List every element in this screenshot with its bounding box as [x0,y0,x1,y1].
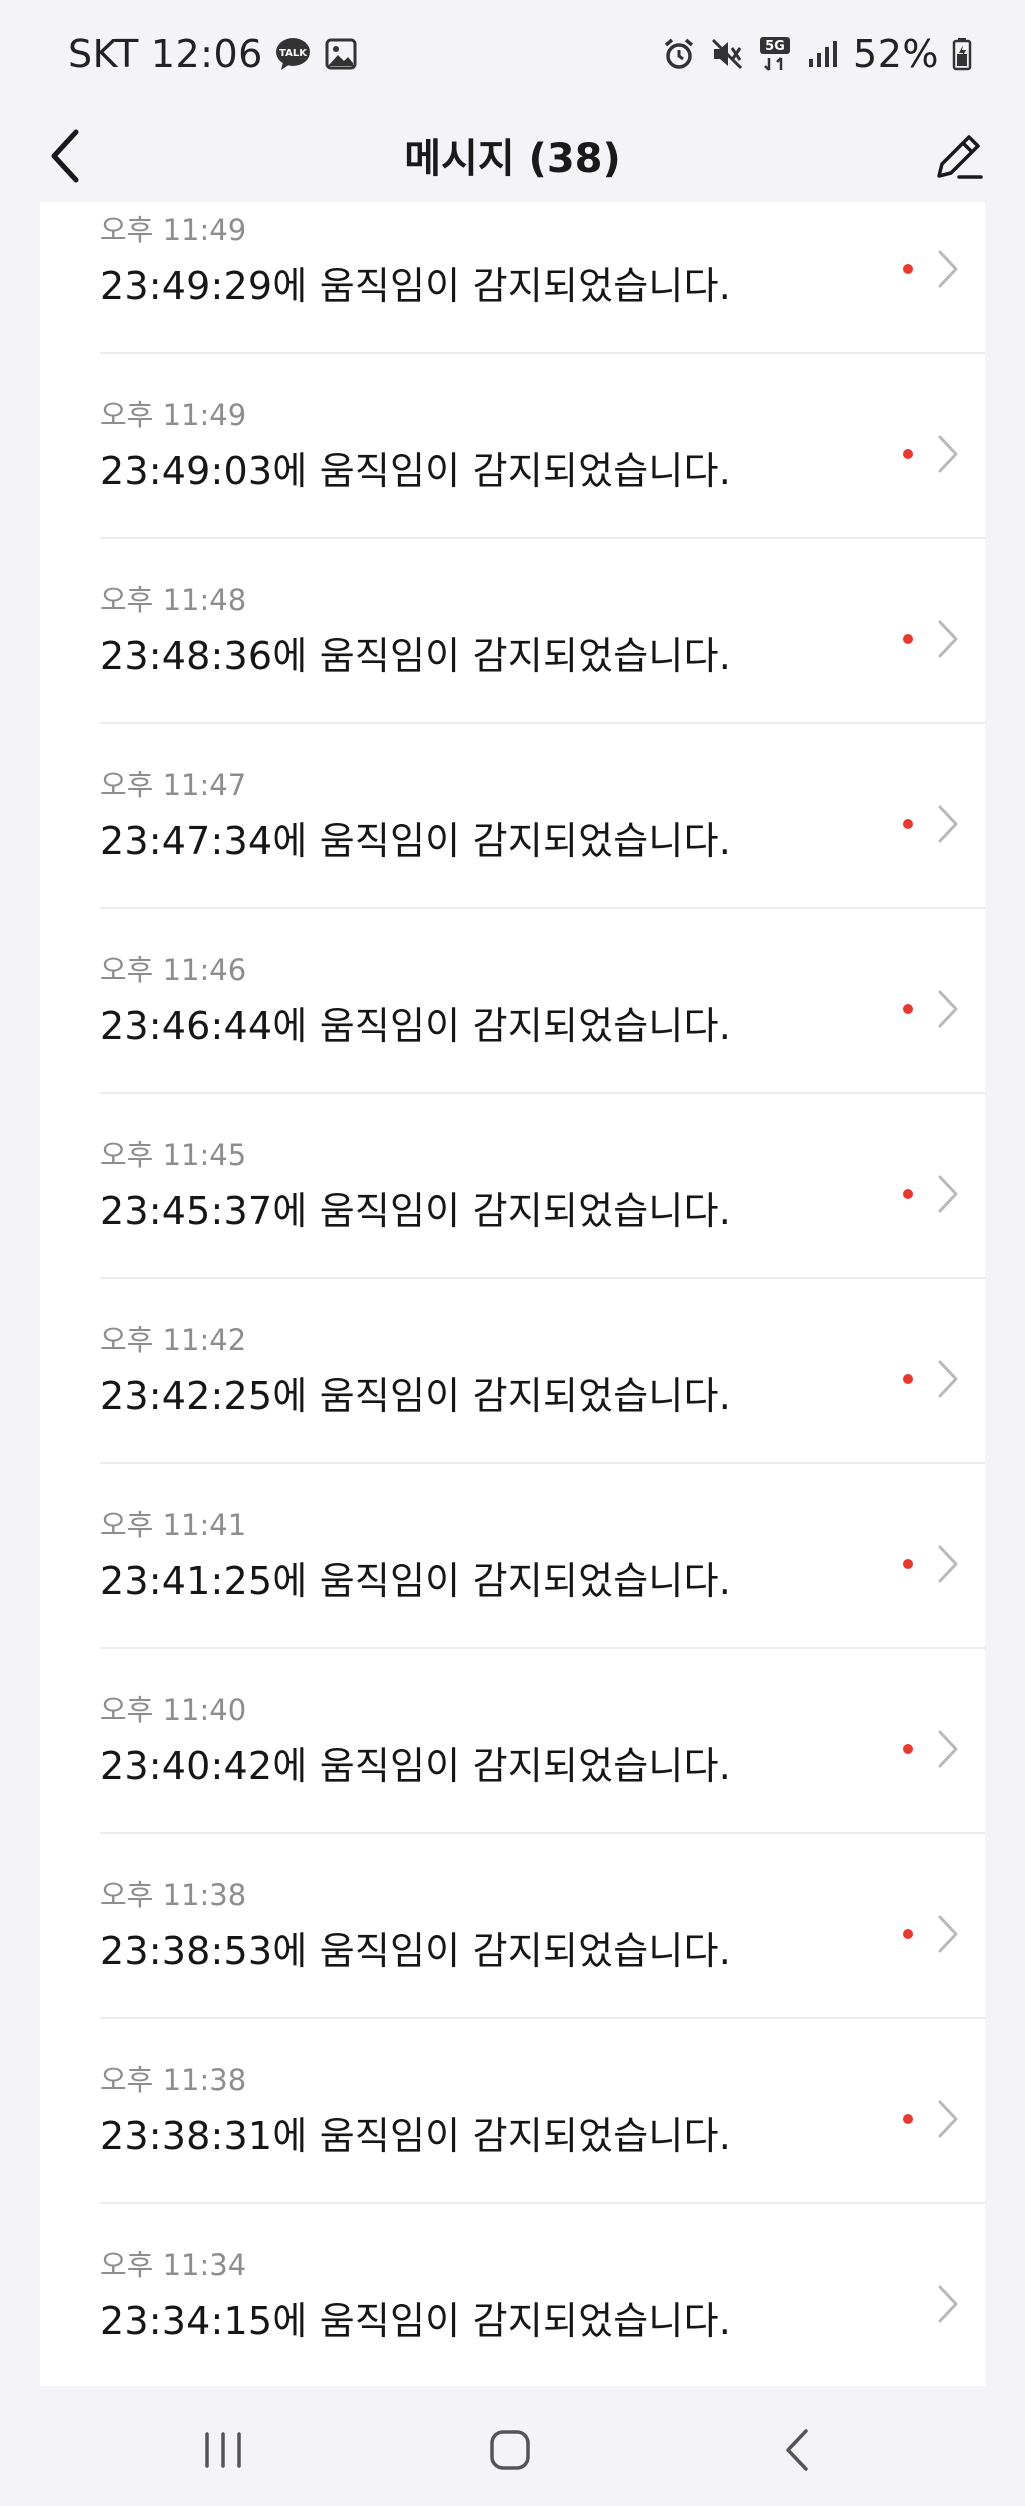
home-icon [490,2430,530,2470]
edit-button[interactable] [927,124,991,188]
app-header: 메시지 (38) [0,108,1025,202]
message-text: 23:49:03에 움직임이 감지되었습니다. [100,449,732,493]
message-item[interactable]: 오후 11:47 23:47:34에 움직임이 감지되었습니다. [40,724,985,909]
talk-icon: TALK [275,36,311,72]
message-time: 오후 11:46 [100,953,247,987]
back-icon [786,2429,808,2471]
message-text: 23:45:37에 움직임이 감지되었습니다. [100,1189,732,1233]
message-text: 23:40:42에 움직임이 감지되었습니다. [100,1744,732,1788]
system-back-button[interactable] [757,2410,837,2490]
message-time: 오후 11:49 [100,398,247,432]
chevron-right-icon [933,803,963,845]
battery-icon [951,36,973,72]
unread-indicator [903,1374,913,1384]
chevron-right-icon [933,433,963,475]
message-text: 23:47:34에 움직임이 감지되었습니다. [100,819,732,863]
message-text: 23:34:15에 움직임이 감지되었습니다. [100,2299,732,2343]
unread-indicator [903,1189,913,1199]
message-item[interactable]: 오후 11:49 23:49:29에 움직임이 감지되었습니다. [40,202,985,354]
message-text: 23:41:25에 움직임이 감지되었습니다. [100,1559,732,1603]
chevron-right-icon [933,248,963,290]
recent-apps-button[interactable] [183,2410,263,2490]
signal-icon [805,36,841,72]
status-right: 5G 52% [661,32,973,76]
message-time: 오후 11:48 [100,583,247,617]
message-text: 23:38:31에 움직임이 감지되었습니다. [100,2114,732,2158]
chevron-right-icon [933,1728,963,1770]
message-text: 23:38:53에 움직임이 감지되었습니다. [100,1929,732,1973]
status-bar: SKT 12:06 TALK 5G 52% [0,0,1025,108]
message-time: 오후 11:49 [100,213,247,247]
clock: 12:06 [150,32,263,76]
message-time: 오후 11:41 [100,1508,247,1542]
back-button[interactable] [36,126,96,186]
network-5g-icon: 5G [757,36,793,72]
unread-indicator [903,1929,913,1939]
unread-indicator [903,634,913,644]
unread-indicator [903,819,913,829]
unread-indicator [903,2114,913,2124]
message-item[interactable]: 오후 11:41 23:41:25에 움직임이 감지되었습니다. [40,1464,985,1649]
message-item[interactable]: 오후 11:42 23:42:25에 움직임이 감지되었습니다. [40,1279,985,1464]
message-time: 오후 11:45 [100,1138,247,1172]
message-item[interactable]: 오후 11:38 23:38:31에 움직임이 감지되었습니다. [40,2019,985,2204]
message-time: 오후 11:38 [100,2063,247,2097]
unread-indicator [903,1744,913,1754]
chevron-right-icon [933,1358,963,1400]
chevron-right-icon [933,1913,963,1955]
chevron-right-icon [933,618,963,660]
message-item[interactable]: 오후 11:48 23:48:36에 움직임이 감지되었습니다. [40,539,985,724]
message-time: 오후 11:42 [100,1323,247,1357]
message-list[interactable]: 오후 11:49 23:49:29에 움직임이 감지되었습니다. 오후 11:49 2… [40,202,985,2386]
gallery-icon [323,36,359,72]
message-time: 오후 11:34 [100,2248,247,2282]
message-text: 23:49:29에 움직임이 감지되었습니다. [100,264,732,308]
page-title: 메시지 (38) [404,136,621,182]
back-arrow-icon [51,129,79,183]
message-item[interactable]: 오후 11:45 23:45:37에 움직임이 감지되었습니다. [40,1094,985,1279]
unread-indicator [903,1004,913,1014]
carrier-label: SKT [68,32,139,76]
message-item[interactable]: 오후 11:40 23:40:42에 움직임이 감지되었습니다. [40,1649,985,1834]
message-text: 23:42:25에 움직임이 감지되었습니다. [100,1374,732,1418]
edit-pencil-icon [937,135,983,179]
battery-percent: 52% [853,32,939,76]
chevron-right-icon [933,2283,963,2325]
message-time: 오후 11:38 [100,1878,247,1912]
message-time: 오후 11:47 [100,768,247,802]
message-text: 23:46:44에 움직임이 감지되었습니다. [100,1004,732,1048]
network-5g-label: 5G [765,39,785,54]
chevron-right-icon [933,988,963,1030]
chevron-right-icon [933,1173,963,1215]
chevron-right-icon [933,1543,963,1585]
message-text: 23:48:36에 움직임이 감지되었습니다. [100,634,732,678]
navigation-bar [0,2386,1025,2506]
alarm-icon [661,36,697,72]
unread-indicator [903,1559,913,1569]
home-button[interactable] [470,2410,550,2490]
message-item[interactable]: 오후 11:46 23:46:44에 움직임이 감지되었습니다. [40,909,985,1094]
message-item[interactable]: 오후 11:49 23:49:03에 움직임이 감지되었습니다. [40,354,985,539]
mute-icon [709,36,745,72]
unread-indicator [903,449,913,459]
unread-indicator [903,264,913,274]
message-time: 오후 11:40 [100,1693,247,1727]
status-left: SKT 12:06 TALK [68,32,359,76]
message-item[interactable]: 오후 11:34 23:34:15에 움직임이 감지되었습니다. [40,2204,985,2386]
message-item[interactable]: 오후 11:38 23:38:53에 움직임이 감지되었습니다. [40,1834,985,2019]
recent-apps-icon [205,2432,241,2468]
chevron-right-icon [933,2098,963,2140]
talk-icon-label: TALK [279,48,308,59]
